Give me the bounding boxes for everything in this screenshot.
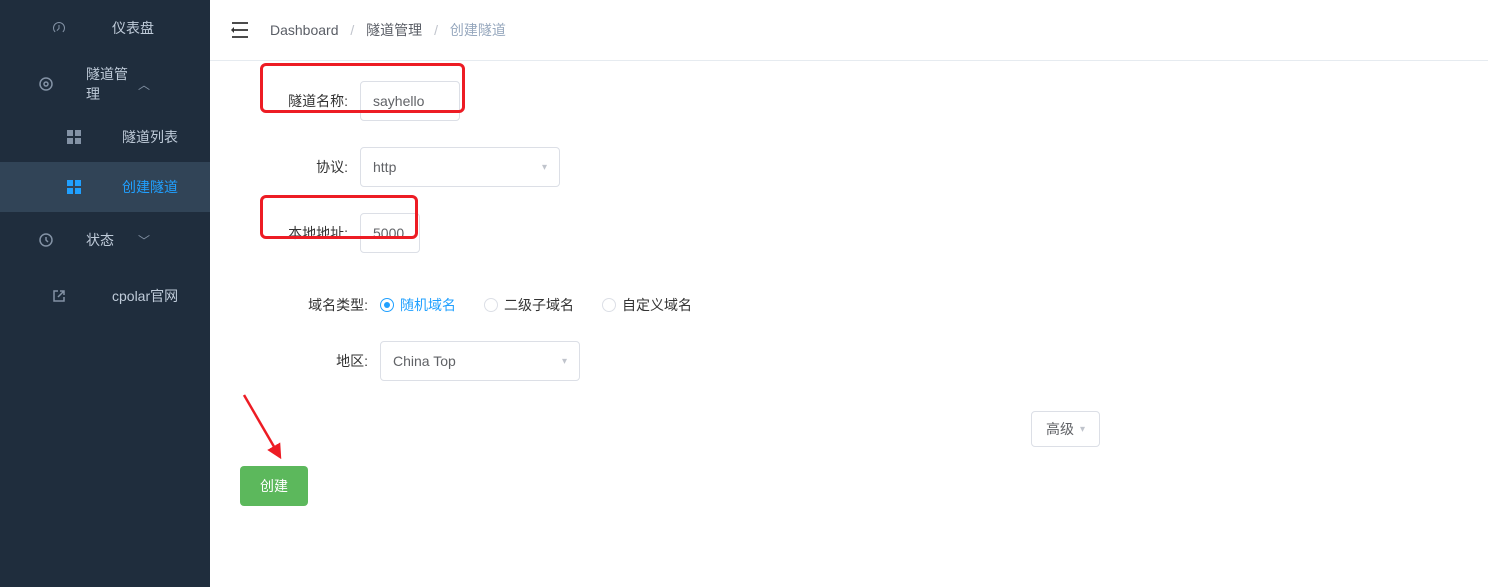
form-content: 隧道名称: sayhello 协议: http ▾ 本地地址: 5000 域名类… <box>210 60 1488 427</box>
breadcrumb-sep: / <box>434 22 438 38</box>
region-label: 地区: <box>230 351 380 371</box>
menu-toggle-button[interactable] <box>228 18 252 42</box>
tunnel-name-label: 隧道名称: <box>230 91 360 111</box>
dashboard-icon <box>20 19 98 37</box>
chevron-up-icon: ︿ <box>138 76 190 93</box>
region-select[interactable]: China Top ▾ <box>380 341 580 381</box>
field-tunnel-name: 隧道名称: sayhello <box>230 81 1448 121</box>
sidebar-item-dashboard[interactable]: 仪表盘 <box>0 0 210 56</box>
sidebar-item-label: 隧道管理 <box>86 64 138 104</box>
radio-random-domain[interactable]: 随机域名 <box>380 295 456 315</box>
radio-circle-icon <box>484 298 498 312</box>
sidebar-item-label: 仪表盘 <box>112 18 190 38</box>
protocol-label: 协议: <box>230 157 360 177</box>
sidebar-item-label: 状态 <box>86 230 138 250</box>
sidebar-item-label: 隧道列表 <box>122 127 190 147</box>
state-icon <box>20 231 72 249</box>
radio-label: 自定义域名 <box>622 295 692 315</box>
external-link-icon <box>20 287 98 305</box>
breadcrumb-sep: / <box>350 22 354 38</box>
advanced-label: 高级 <box>1046 419 1074 439</box>
field-region: 地区: China Top ▾ <box>230 341 1448 381</box>
breadcrumb-dashboard[interactable]: Dashboard <box>270 22 339 38</box>
local-addr-input[interactable]: 5000 <box>360 213 420 253</box>
tunnel-icon <box>20 75 72 93</box>
field-domain-type: 域名类型: 随机域名 二级子域名 自定义域名 <box>230 295 1448 315</box>
sidebar-item-tunnel-mgmt[interactable]: 隧道管理 ︿ <box>0 56 210 112</box>
chevron-down-icon: ▾ <box>542 162 547 173</box>
protocol-value: http <box>373 159 396 175</box>
radio-custom-domain[interactable]: 自定义域名 <box>602 295 692 315</box>
protocol-select[interactable]: http ▾ <box>360 147 560 187</box>
grid-icon <box>40 128 108 146</box>
radio-label: 随机域名 <box>400 295 456 315</box>
domain-type-label: 域名类型: <box>230 295 380 315</box>
sidebar-item-cpolar-site[interactable]: cpolar官网 <box>0 268 210 324</box>
chevron-down-icon: ﹀ <box>138 232 190 249</box>
breadcrumb: Dashboard / 隧道管理 / 创建隧道 <box>270 20 506 40</box>
breadcrumb-tunnel-mgmt[interactable]: 隧道管理 <box>366 22 422 38</box>
field-local-addr: 本地地址: 5000 <box>230 213 1448 253</box>
caret-down-icon: ▾ <box>1080 424 1085 435</box>
sidebar-item-state[interactable]: 状态 ﹀ <box>0 212 210 268</box>
radio-circle-icon <box>602 298 616 312</box>
radio-sub-domain[interactable]: 二级子域名 <box>484 295 574 315</box>
radio-circle-icon <box>380 298 394 312</box>
sidebar-item-tunnel-list[interactable]: 隧道列表 <box>0 112 210 162</box>
tunnel-name-input[interactable]: sayhello <box>360 81 460 121</box>
sidebar-item-label: cpolar官网 <box>112 286 190 306</box>
sidebar-item-tunnel-create[interactable]: 创建隧道 <box>0 162 210 212</box>
topbar: Dashboard / 隧道管理 / 创建隧道 <box>210 0 1488 60</box>
chevron-down-icon: ▾ <box>562 356 567 367</box>
domain-type-radio-group: 随机域名 二级子域名 自定义域名 <box>380 295 692 315</box>
radio-label: 二级子域名 <box>504 295 574 315</box>
arrow-annotation <box>240 391 300 471</box>
sidebar-item-label: 创建隧道 <box>122 177 190 197</box>
region-value: China Top <box>393 353 456 369</box>
field-protocol: 协议: http ▾ <box>230 147 1448 187</box>
local-addr-label: 本地地址: <box>230 223 360 243</box>
main: Dashboard / 隧道管理 / 创建隧道 隧道名称: sayhello 协… <box>210 0 1488 587</box>
create-button[interactable]: 创建 <box>240 466 308 506</box>
advanced-button[interactable]: 高级 ▾ <box>1031 411 1100 447</box>
grid-icon <box>40 178 108 196</box>
breadcrumb-current: 创建隧道 <box>450 22 506 38</box>
sidebar: 仪表盘 隧道管理 ︿ 隧道列表 创建隧道 状态 ﹀ cpolar官网 <box>0 0 210 587</box>
